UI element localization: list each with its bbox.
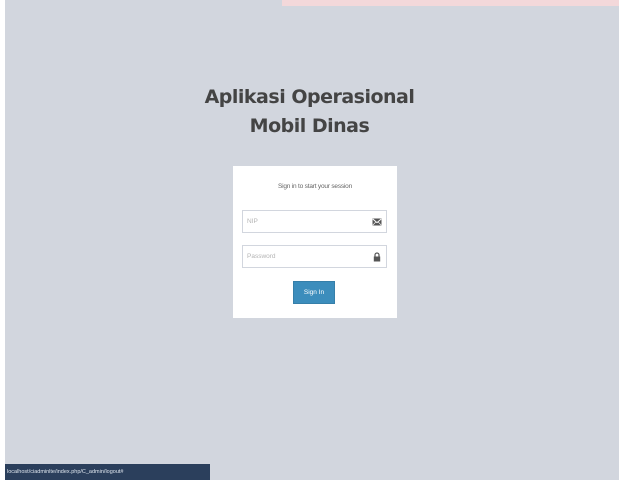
login-box: Sign in to start your session Sign In [233,166,397,318]
app-title-line-2: Mobil Dinas [249,115,370,137]
app-title-line-1: Aplikasi Operasional [204,86,415,108]
app-logo: Aplikasi Operasional Mobil Dinas [0,83,619,141]
lock-icon [373,252,381,262]
status-url: localhost/ciadminlte/index.php/C_admin/l… [7,469,124,475]
nip-input[interactable] [243,211,372,232]
nip-field-group [242,210,387,233]
sign-in-button[interactable]: Sign In [293,281,335,304]
password-input[interactable] [243,246,372,267]
browser-status-bar: localhost/ciadminlte/index.php/C_admin/l… [5,464,210,480]
password-field-group [242,245,387,268]
envelope-icon [372,218,382,226]
top-strip [282,0,619,6]
login-box-message: Sign in to start your session [277,183,353,190]
